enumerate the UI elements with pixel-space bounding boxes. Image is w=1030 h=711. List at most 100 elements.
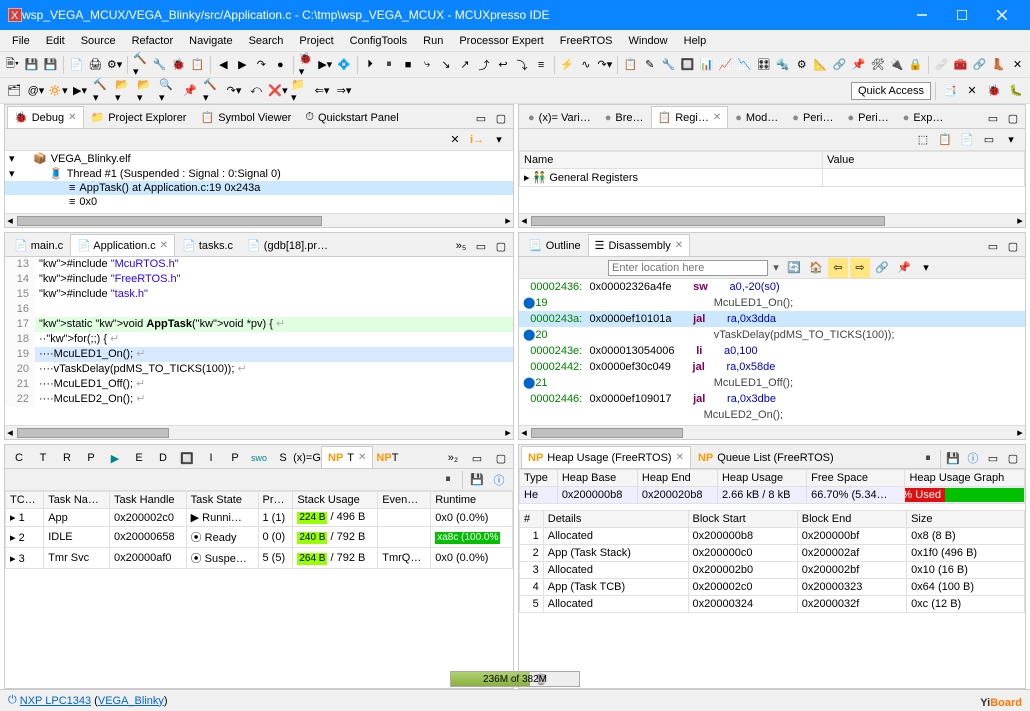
tl-icon-play[interactable]: ▶ (105, 448, 125, 468)
tb1-btn-11[interactable]: ▶ (234, 55, 251, 75)
rt-winbtn-1[interactable]: ▢ (1003, 108, 1023, 128)
tl-icon-s[interactable]: S (273, 448, 293, 468)
menu-edit[interactable]: Edit (38, 33, 73, 49)
debug-min-icon[interactable]: ▭ (471, 108, 491, 128)
tab-symbol-viewer[interactable]: 📋 Symbol Viewer (193, 106, 298, 128)
tree-project[interactable]: ▾📦 VEGA_Blinky.elf (5, 151, 513, 166)
tb1-btn-49[interactable]: 👢 (990, 55, 1007, 75)
heap-save-icon[interactable]: 💾 (943, 448, 963, 468)
tb1-btn-21[interactable]: ↘ (438, 55, 455, 75)
tb1-btn-46[interactable]: 🩹 (933, 55, 950, 75)
tb1-btn-0[interactable]: 🗎▾ (4, 55, 21, 75)
ed-tab-2[interactable]: 📄 tasks.c (175, 234, 240, 256)
tb1-btn-39[interactable]: ⚙ (793, 55, 810, 75)
tb1-btn-3[interactable]: 📄 (68, 55, 85, 75)
menu-source[interactable]: Source (73, 33, 124, 49)
dis-home-icon[interactable]: 🏠 (806, 258, 826, 278)
tree-frame-1[interactable]: ≡ 0x0 (5, 195, 513, 209)
perspective-btn-2[interactable]: ✕ (962, 81, 982, 101)
tl-max-icon[interactable]: ▢ (491, 448, 511, 468)
reg-hscroll[interactable]: ◂▸ (519, 213, 1025, 227)
reg-tb-1[interactable]: ⬚ (913, 130, 933, 150)
minimize-button[interactable] (902, 0, 942, 30)
menu-configtools[interactable]: ConfigTools (342, 33, 415, 49)
tl-icon-d[interactable]: D (153, 448, 173, 468)
tb1-btn-14[interactable]: 🐞▾ (298, 55, 315, 75)
menu-navigate[interactable]: Navigate (181, 33, 240, 49)
disassembly-body[interactable]: 00002436: 0x00002326a4fe sw a0,-20(s0)⬤1… (519, 279, 1025, 425)
tb1-btn-24[interactable]: ↩ (495, 55, 512, 75)
perspective-btn-4[interactable]: 🐛 (1006, 81, 1026, 101)
menu-project[interactable]: Project (291, 33, 341, 49)
tb1-btn-5[interactable]: ⚙▾ (106, 55, 123, 75)
tb1-btn-2[interactable]: 💾 (42, 55, 59, 75)
tb1-btn-36[interactable]: 📉 (736, 55, 753, 75)
dis-step-fwd-icon[interactable]: ⇨ (850, 258, 870, 278)
tb2-btn-13[interactable]: 🔅▾ (48, 81, 68, 101)
tb1-btn-40[interactable]: 📐 (812, 55, 829, 75)
ed-tab-0[interactable]: 📄 main.c (7, 234, 70, 256)
menu-window[interactable]: Window (621, 33, 676, 49)
menu-processor expert[interactable]: Processor Expert (451, 33, 551, 49)
tb1-btn-31[interactable]: ✎ (641, 55, 658, 75)
tb1-btn-25[interactable]: ⤵ (514, 55, 531, 75)
heap-row[interactable]: He0x200000b80x200020b82.66 kB / 8 kB66.7… (520, 487, 1025, 504)
tb1-btn-34[interactable]: 📊 (698, 55, 715, 75)
tb1-btn-45[interactable]: 🔒 (907, 55, 924, 75)
editor-max-icon[interactable]: ▢ (491, 236, 511, 256)
tb1-btn-17[interactable]: ⏵ (362, 55, 379, 75)
tb1-btn-32[interactable]: 🔧 (660, 55, 677, 75)
reg-tb-menu[interactable]: ▾ (1001, 130, 1021, 150)
heap-pause-icon[interactable]: ⏸ (918, 448, 938, 468)
rt-tab-3[interactable]: ● Mod… (728, 106, 785, 128)
tb1-btn-48[interactable]: 🔗 (971, 55, 988, 75)
tb1-btn-10[interactable]: ◀ (215, 55, 232, 75)
tl-info-icon[interactable]: ⓘ (489, 470, 509, 490)
tb2-btn-6[interactable]: 🔨▾ (202, 81, 222, 101)
tb1-btn-22[interactable]: ↗ (457, 55, 474, 75)
tl-icon-np2[interactable]: NP T (377, 448, 397, 468)
tb1-btn-4[interactable]: 🖨 (87, 55, 104, 75)
tb1-btn-12[interactable]: ↷ (253, 55, 270, 75)
task-col[interactable]: TC… (6, 492, 44, 509)
task-col[interactable]: Task State (186, 492, 258, 509)
editor-min-icon[interactable]: ▭ (471, 236, 491, 256)
tree-frame-0[interactable]: ≡ AppTask() at Application.c:19 0x243a (5, 181, 513, 195)
debug-max-icon[interactable]: ▢ (491, 108, 511, 128)
dis-step-back-icon[interactable]: ⇦ (828, 258, 848, 278)
tb1-btn-23[interactable]: ⤴ (476, 55, 493, 75)
debug-menu-icon[interactable]: ▾ (489, 130, 509, 150)
tb1-btn-13[interactable]: ● (272, 55, 289, 75)
table-row[interactable]: ▸ 3Tmr Svc0x20000af0⦿ Suspe…5 (5)264 B /… (6, 548, 513, 569)
heap-info-icon[interactable]: ⓘ (963, 448, 983, 468)
tb2-btn-9[interactable]: 📂▾ (136, 81, 156, 101)
menu-refactor[interactable]: Refactor (124, 33, 182, 49)
status-link-proj[interactable]: VEGA_Blinky (98, 695, 164, 707)
tl-icon-xg[interactable]: (x)=G (297, 448, 317, 468)
heap-max-icon[interactable]: ▢ (1003, 448, 1023, 468)
tb1-btn-20[interactable]: ⤷ (419, 55, 436, 75)
heap-detail-row[interactable]: 3Allocated0x200002b00x200002bf0x10 (16 B… (520, 562, 1025, 579)
dis-pin-icon[interactable]: 📌 (894, 258, 914, 278)
rt-tab-5[interactable]: ● Peri… (841, 106, 896, 128)
tb2-btn-8[interactable]: 🔍▾ (158, 81, 178, 101)
tb1-btn-42[interactable]: 📌 (850, 55, 867, 75)
tl-icon-p[interactable]: P (81, 448, 101, 468)
task-col[interactable]: Task Handle (110, 492, 187, 509)
tb1-btn-35[interactable]: 📈 (717, 55, 734, 75)
menu-file[interactable]: File (4, 33, 38, 49)
dis-refresh-icon[interactable]: 🔄 (784, 258, 804, 278)
reg-tb-2[interactable]: 📋 (935, 130, 955, 150)
tb1-btn-15[interactable]: ▶▾ (317, 55, 334, 75)
tb2-btn-3[interactable]: ❌▾ (268, 81, 288, 101)
tb1-btn-41[interactable]: 🔗 (831, 55, 848, 75)
task-col[interactable]: Pr… (258, 492, 293, 509)
reg-tb-3[interactable]: 📄 (957, 130, 977, 150)
tb2-btn-5[interactable]: ↷▾ (224, 81, 244, 101)
tl-save-icon[interactable]: 💾 (467, 470, 487, 490)
tb2-btn-10[interactable]: 📂▾ (114, 81, 134, 101)
debug-step-icon[interactable]: i→ (467, 130, 487, 150)
tb1-btn-43[interactable]: 🛠 (869, 55, 886, 75)
rt-tab-2[interactable]: 📋 Regi… ✕ (651, 106, 729, 128)
perspective-btn-1[interactable]: 📑 (940, 81, 960, 101)
